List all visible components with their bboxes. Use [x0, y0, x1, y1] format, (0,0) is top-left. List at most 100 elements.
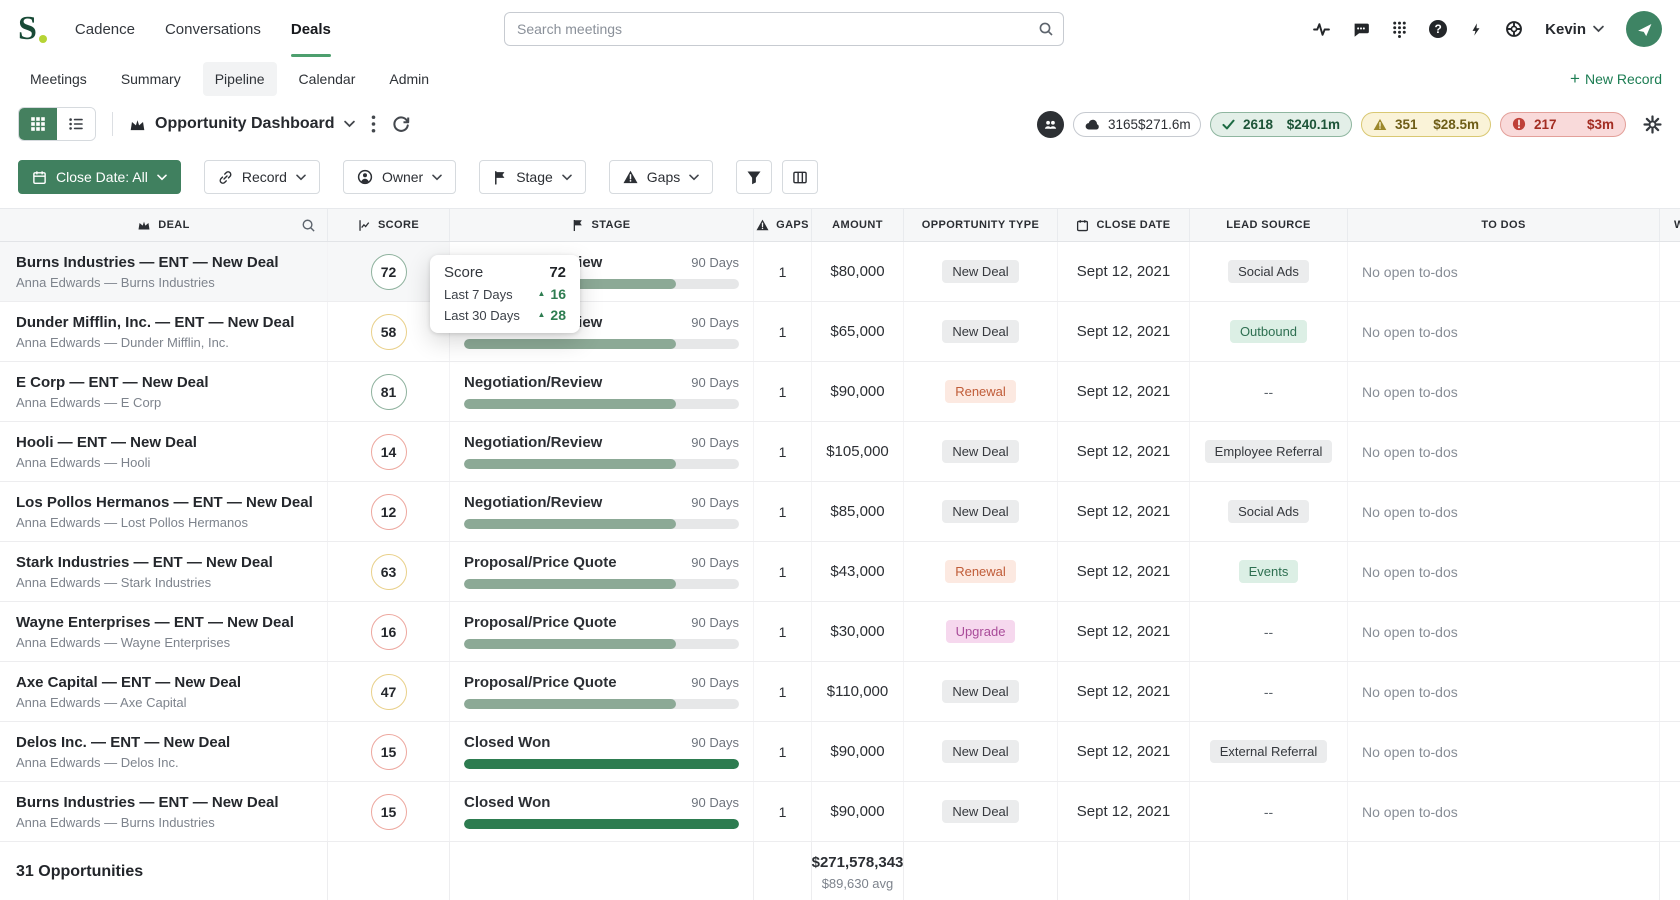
- table-row[interactable]: Burns Industries — ENT — New Deal Anna E…: [0, 782, 1680, 842]
- nav-item-cadence[interactable]: Cadence: [75, 0, 135, 58]
- deal-search-icon[interactable]: [301, 218, 316, 233]
- tab-pipeline[interactable]: Pipeline: [202, 62, 277, 96]
- deal-title[interactable]: Dunder Mifflin, Inc. — ENT — New Deal: [16, 314, 294, 331]
- stage-progress-track: [464, 579, 739, 589]
- score-badge[interactable]: 81: [370, 373, 407, 410]
- score-badge[interactable]: 12: [370, 493, 407, 530]
- lead-source-cell: Social Ads: [1190, 482, 1348, 541]
- score-badge[interactable]: 15: [370, 793, 407, 830]
- stage-filter-button[interactable]: Stage: [479, 160, 586, 194]
- column-header-opportunity-type[interactable]: OPPORTUNITY TYPE: [904, 209, 1058, 241]
- dashboard-selector[interactable]: Opportunity Dashboard: [129, 115, 355, 133]
- user-menu[interactable]: Kevin: [1545, 21, 1604, 38]
- table-row[interactable]: Burns Industries — ENT — New Deal Anna E…: [0, 242, 1680, 302]
- deal-title[interactable]: Delos Inc. — ENT — New Deal: [16, 734, 230, 751]
- app-logo[interactable]: S: [18, 12, 47, 46]
- dialpad-icon[interactable]: [1392, 21, 1407, 38]
- stat-pill-danger[interactable]: 217 $3m: [1500, 111, 1626, 137]
- grid-view-button[interactable]: [19, 108, 57, 140]
- amount-total: $271,578,343: [811, 853, 904, 871]
- search-input[interactable]: [504, 12, 1064, 46]
- filter-funnel-button[interactable]: [736, 160, 773, 194]
- nav-item-conversations[interactable]: Conversations: [165, 0, 261, 58]
- owner-filter-button[interactable]: Owner: [342, 160, 457, 194]
- column-header-deal[interactable]: DEAL: [0, 209, 328, 241]
- deal-title[interactable]: Burns Industries — ENT — New Deal: [16, 254, 279, 271]
- score-badge[interactable]: 47: [370, 673, 407, 710]
- close-date-filter-button[interactable]: Close Date: All: [18, 160, 181, 194]
- activity-icon[interactable]: [1313, 21, 1331, 38]
- table-row[interactable]: Hooli — ENT — New Deal Anna Edwards — Ho…: [0, 422, 1680, 482]
- lightning-icon[interactable]: [1469, 21, 1483, 38]
- deal-title[interactable]: E Corp — ENT — New Deal: [16, 374, 209, 391]
- avatar[interactable]: [1626, 11, 1662, 47]
- table-row[interactable]: Los Pollos Hermanos — ENT — New Deal Ann…: [0, 482, 1680, 542]
- stage-duration: 90 Days: [691, 495, 739, 510]
- stat-pill-warning[interactable]: 351 $28.5m: [1361, 111, 1491, 137]
- settings-gear-icon[interactable]: [1643, 114, 1662, 134]
- score-badge[interactable]: 15: [370, 733, 407, 770]
- deal-cell[interactable]: Burns Industries — ENT — New Deal Anna E…: [0, 242, 328, 301]
- chat-icon[interactable]: [1352, 21, 1370, 38]
- deal-cell[interactable]: Wayne Enterprises — ENT — New Deal Anna …: [0, 602, 328, 661]
- column-header-stage[interactable]: STAGE: [450, 209, 754, 241]
- column-header-todos[interactable]: TO DOS: [1348, 209, 1660, 241]
- deal-title[interactable]: Burns Industries — ENT — New Deal: [16, 794, 279, 811]
- deal-title[interactable]: Hooli — ENT — New Deal: [16, 434, 197, 451]
- score-badge[interactable]: 72: [370, 253, 407, 290]
- table-row[interactable]: Axe Capital — ENT — New Deal Anna Edward…: [0, 662, 1680, 722]
- score-badge[interactable]: 14: [370, 433, 407, 470]
- tab-admin[interactable]: Admin: [377, 62, 441, 96]
- score-badge[interactable]: 63: [370, 553, 407, 590]
- column-header-score[interactable]: SCORE: [328, 209, 450, 241]
- deal-cell[interactable]: E Corp — ENT — New Deal Anna Edwards — E…: [0, 362, 328, 421]
- score-badge[interactable]: 58: [370, 313, 407, 350]
- divider: [112, 112, 113, 136]
- table-row[interactable]: Delos Inc. — ENT — New Deal Anna Edwards…: [0, 722, 1680, 782]
- deal-title[interactable]: Stark Industries — ENT — New Deal: [16, 554, 273, 571]
- deal-cell[interactable]: Burns Industries — ENT — New Deal Anna E…: [0, 782, 328, 841]
- kebab-menu-icon[interactable]: [371, 115, 376, 133]
- record-filter-button[interactable]: Record: [203, 160, 320, 194]
- deal-cell[interactable]: Axe Capital — ENT — New Deal Anna Edward…: [0, 662, 328, 721]
- support-wheel-icon[interactable]: [1505, 20, 1523, 38]
- tab-meetings[interactable]: Meetings: [18, 62, 99, 96]
- deal-title[interactable]: Wayne Enterprises — ENT — New Deal: [16, 614, 294, 631]
- deal-cell[interactable]: Delos Inc. — ENT — New Deal Anna Edwards…: [0, 722, 328, 781]
- help-icon[interactable]: ?: [1429, 20, 1448, 38]
- stat-pill-success[interactable]: 2618 $240.1m: [1210, 111, 1352, 137]
- column-header-close-date[interactable]: CLOSE DATE: [1058, 209, 1190, 241]
- table-row[interactable]: Stark Industries — ENT — New Deal Anna E…: [0, 542, 1680, 602]
- opportunity-type-badge: New Deal: [942, 260, 1019, 283]
- deal-title[interactable]: Los Pollos Hermanos — ENT — New Deal: [16, 494, 313, 511]
- tab-calendar[interactable]: Calendar: [287, 62, 368, 96]
- view-toggle: [18, 107, 96, 141]
- score-badge[interactable]: 16: [370, 613, 407, 650]
- deal-cell[interactable]: Los Pollos Hermanos — ENT — New Deal Ann…: [0, 482, 328, 541]
- column-header-gaps[interactable]: GAPS: [754, 209, 812, 241]
- refresh-icon[interactable]: [392, 115, 410, 133]
- deal-cell[interactable]: Hooli — ENT — New Deal Anna Edwards — Ho…: [0, 422, 328, 481]
- table-row[interactable]: E Corp — ENT — New Deal Anna Edwards — E…: [0, 362, 1680, 422]
- stat-pill-total[interactable]: 3165 $271.6m: [1073, 111, 1201, 137]
- cloud-icon: [1085, 119, 1099, 130]
- team-icon[interactable]: [1037, 110, 1064, 138]
- nav-item-deals[interactable]: Deals: [290, 0, 331, 58]
- stage-filter-label: Stage: [516, 169, 553, 185]
- table-row[interactable]: Wayne Enterprises — ENT — New Deal Anna …: [0, 602, 1680, 662]
- gaps-filter-button[interactable]: Gaps: [608, 160, 714, 194]
- table-row[interactable]: Dunder Mifflin, Inc. — ENT — New Deal An…: [0, 302, 1680, 362]
- column-header-lead-source[interactable]: LEAD SOURCE: [1190, 209, 1348, 241]
- column-header-amount[interactable]: AMOUNT: [812, 209, 904, 241]
- tab-summary[interactable]: Summary: [109, 62, 193, 96]
- deal-title[interactable]: Axe Capital — ENT — New Deal: [16, 674, 241, 691]
- opportunity-type-badge: New Deal: [942, 320, 1019, 343]
- deal-cell[interactable]: Dunder Mifflin, Inc. — ENT — New Deal An…: [0, 302, 328, 361]
- list-view-button[interactable]: [57, 108, 95, 140]
- deal-cell[interactable]: Stark Industries — ENT — New Deal Anna E…: [0, 542, 328, 601]
- search-icon[interactable]: [1038, 21, 1054, 37]
- close-date-value: Sept 12, 2021: [1058, 482, 1190, 541]
- columns-button[interactable]: [782, 160, 819, 194]
- new-record-button[interactable]: + New Record: [1570, 70, 1662, 87]
- close-date-value: Sept 12, 2021: [1058, 602, 1190, 661]
